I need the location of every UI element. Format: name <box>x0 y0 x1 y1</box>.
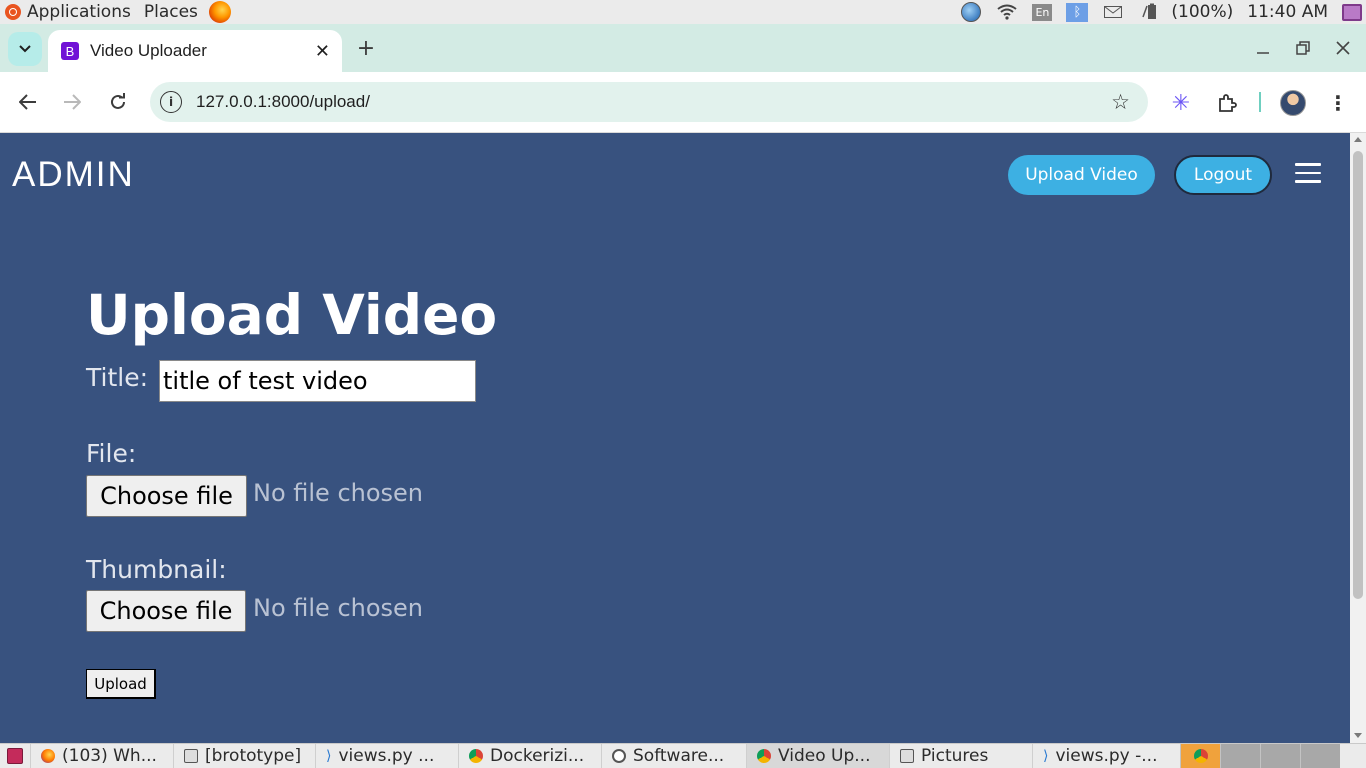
close-window-button[interactable] <box>1331 36 1355 60</box>
url-text[interactable]: 127.0.0.1:8000/upload/ <box>196 92 370 112</box>
workspace-2[interactable] <box>1220 744 1260 768</box>
firefox-icon <box>41 749 55 763</box>
workspace-3[interactable] <box>1260 744 1300 768</box>
page-scrollbar[interactable] <box>1350 133 1366 743</box>
title-label: Title: <box>86 363 148 392</box>
taskbar-item-label: views.py ... <box>338 746 435 766</box>
scroll-down-arrow-icon[interactable] <box>1354 733 1362 738</box>
battery-icon[interactable] <box>1138 3 1160 21</box>
taskbar-item-label: views.py -... <box>1055 746 1158 766</box>
back-arrow-icon[interactable] <box>16 90 40 114</box>
address-bar[interactable]: i 127.0.0.1:8000/upload/ ☆ <box>150 82 1148 122</box>
taskbar-item-label: Video Up... <box>778 746 871 766</box>
tab-video-uploader[interactable]: B Video Uploader ✕ <box>48 30 342 72</box>
vscode-icon: ⟩ <box>326 748 332 764</box>
upload-video-nav-button[interactable]: Upload Video <box>1008 155 1155 195</box>
os-top-panel: Applications Places En ᛒ (100%) 11:40 AM <box>0 0 1366 24</box>
show-desktop-icon[interactable] <box>7 748 23 764</box>
bluetooth-icon[interactable]: ᛒ <box>1066 2 1089 22</box>
reload-icon[interactable] <box>106 90 130 114</box>
forward-arrow-icon[interactable] <box>60 90 84 114</box>
taskbar-item-label: Dockerizi... <box>490 746 585 766</box>
network-globe-icon[interactable] <box>960 2 982 22</box>
chrome-icon <box>1193 749 1208 763</box>
taskbar-item[interactable]: Pictures <box>889 744 1032 768</box>
scrollbar-thumb[interactable] <box>1353 151 1363 599</box>
bootstrap-favicon-icon: B <box>61 42 79 60</box>
video-file-choose-button[interactable]: Choose file <box>86 475 247 517</box>
taskbar-item[interactable]: ⟩ views.py ... <box>315 744 458 768</box>
profile-avatar[interactable] <box>1280 90 1306 116</box>
hamburger-menu-icon[interactable] <box>1295 163 1321 185</box>
taskbar-item-label: Software... <box>633 746 725 766</box>
taskbar-item-active[interactable]: Video Up... <box>746 744 889 768</box>
taskbar-item-label: [brototype] <box>205 746 302 766</box>
battery-percent: (100%) <box>1171 2 1234 22</box>
chrome-icon <box>469 749 483 763</box>
taskbar-item[interactable]: (103) Wh... <box>30 744 173 768</box>
logout-button[interactable]: Logout <box>1174 155 1272 195</box>
perplexity-extension-icon[interactable]: ✳ <box>1168 90 1194 116</box>
display-icon[interactable] <box>1342 3 1362 21</box>
title-input[interactable] <box>159 360 476 402</box>
video-file-status: No file chosen <box>253 479 424 507</box>
restore-button[interactable] <box>1291 36 1315 60</box>
tab-close-icon[interactable]: ✕ <box>315 41 330 62</box>
file-label: File: <box>86 439 137 468</box>
taskbar-item-label: (103) Wh... <box>62 746 157 766</box>
keyboard-layout-indicator[interactable]: En <box>1032 3 1053 21</box>
taskbar-item-label: Pictures <box>921 746 989 766</box>
minimize-button[interactable] <box>1251 36 1275 60</box>
browser-toolbar: i 127.0.0.1:8000/upload/ ☆ ✳ <box>0 72 1366 133</box>
new-tab-button[interactable]: + <box>354 36 378 61</box>
tab-search-button[interactable] <box>8 32 42 66</box>
page-viewport: ADMIN Upload Video Logout Upload Video T… <box>0 133 1350 743</box>
toolbar-divider <box>1259 92 1261 112</box>
places-menu[interactable]: Places <box>144 2 198 22</box>
os-taskbar: (103) Wh... [brototype] ⟩ views.py ... D… <box>0 743 1366 768</box>
tab-strip: B Video Uploader ✕ + <box>0 24 1366 72</box>
extensions-puzzle-icon[interactable] <box>1214 90 1240 116</box>
software-icon <box>612 749 626 763</box>
thumbnail-file-status: No file chosen <box>253 594 424 622</box>
chrome-icon <box>757 749 771 763</box>
page-title: Upload Video <box>86 283 498 347</box>
ubuntu-logo-icon[interactable] <box>5 4 21 20</box>
taskbar-item[interactable]: Dockerizi... <box>458 744 601 768</box>
scroll-up-arrow-icon[interactable] <box>1354 137 1362 142</box>
bookmark-star-icon[interactable]: ☆ <box>1111 90 1130 114</box>
terminal-icon <box>184 749 198 763</box>
workspace-1[interactable] <box>1180 744 1220 768</box>
thumbnail-label: Thumbnail: <box>86 555 227 584</box>
clock[interactable]: 11:40 AM <box>1247 2 1328 22</box>
workspace-4[interactable] <box>1300 744 1340 768</box>
upload-submit-button[interactable]: Upload <box>86 669 156 699</box>
vscode-icon: ⟩ <box>1043 748 1049 764</box>
browser-menu-icon[interactable]: ⋮ <box>1328 90 1348 116</box>
site-info-icon[interactable]: i <box>160 91 182 113</box>
firefox-launcher-icon[interactable] <box>208 1 231 23</box>
mail-icon[interactable] <box>1102 3 1124 21</box>
thumbnail-file-choose-button[interactable]: Choose file <box>86 590 246 632</box>
taskbar-item[interactable]: [brototype] <box>173 744 315 768</box>
folder-icon <box>900 749 914 763</box>
brand-logo[interactable]: ADMIN <box>12 155 135 195</box>
taskbar-item[interactable]: ⟩ views.py -... <box>1032 744 1180 768</box>
applications-menu[interactable]: Applications <box>27 2 131 22</box>
taskbar-item[interactable]: Software... <box>601 744 746 768</box>
tab-title: Video Uploader <box>90 41 207 60</box>
wifi-icon[interactable] <box>996 3 1018 21</box>
